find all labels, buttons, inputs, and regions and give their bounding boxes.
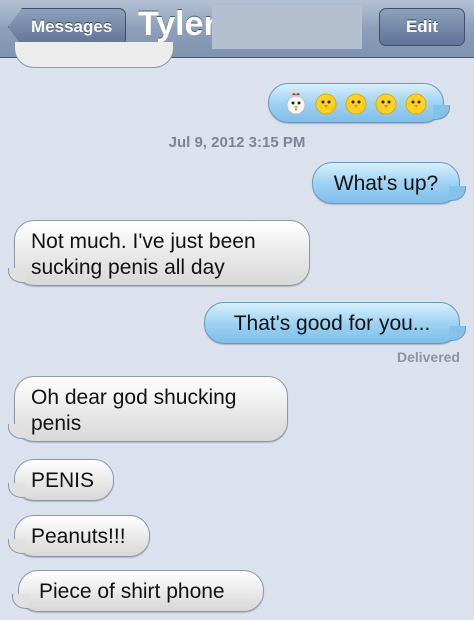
outgoing-message-bubble[interactable]: That's good for you... [204,302,466,344]
chicken-icon [286,93,306,115]
edit-button[interactable]: Edit [379,8,465,46]
incoming-message-bubble[interactable]: PENIS [8,459,114,501]
message-text: Peanuts!!! [31,525,126,548]
emoji-row [283,90,429,116]
incoming-message-bubble[interactable]: Peanuts!!! [8,515,150,557]
chick-icon [315,93,337,115]
message-text-line: penis [31,412,82,435]
redacted-name-block [212,5,362,49]
delivered-status: Delivered [396,349,460,365]
incoming-message-bubble[interactable]: Piece of shirt phone [12,570,264,612]
chick-icon [405,93,427,115]
contact-name: Tyler [138,5,217,43]
message-text-line: Not much. I've just been [31,230,256,253]
message-text: What's up? [333,172,439,195]
chick-icon [345,93,367,115]
message-text: That's good for you... [233,312,431,335]
message-timestamp: Jul 9, 2012 3:15 PM [168,134,306,151]
message-text: Piece of shirt phone [39,580,225,603]
chick-icon [375,93,397,115]
message-text: PENIS [31,469,95,492]
emoji-message-bubble[interactable] [268,83,450,123]
message-text-line: Oh dear god shucking [31,386,237,409]
incoming-message-bubble[interactable]: Oh dear god shucking penis [8,376,288,442]
incoming-message-bubble[interactable]: Not much. I've just been sucking penis a… [8,220,310,286]
outgoing-message-bubble[interactable]: What's up? [312,162,466,204]
messages-back-button[interactable]: Messages [8,8,126,46]
previous-message-bubble [14,42,174,68]
message-text-line: sucking penis all day [31,256,225,279]
